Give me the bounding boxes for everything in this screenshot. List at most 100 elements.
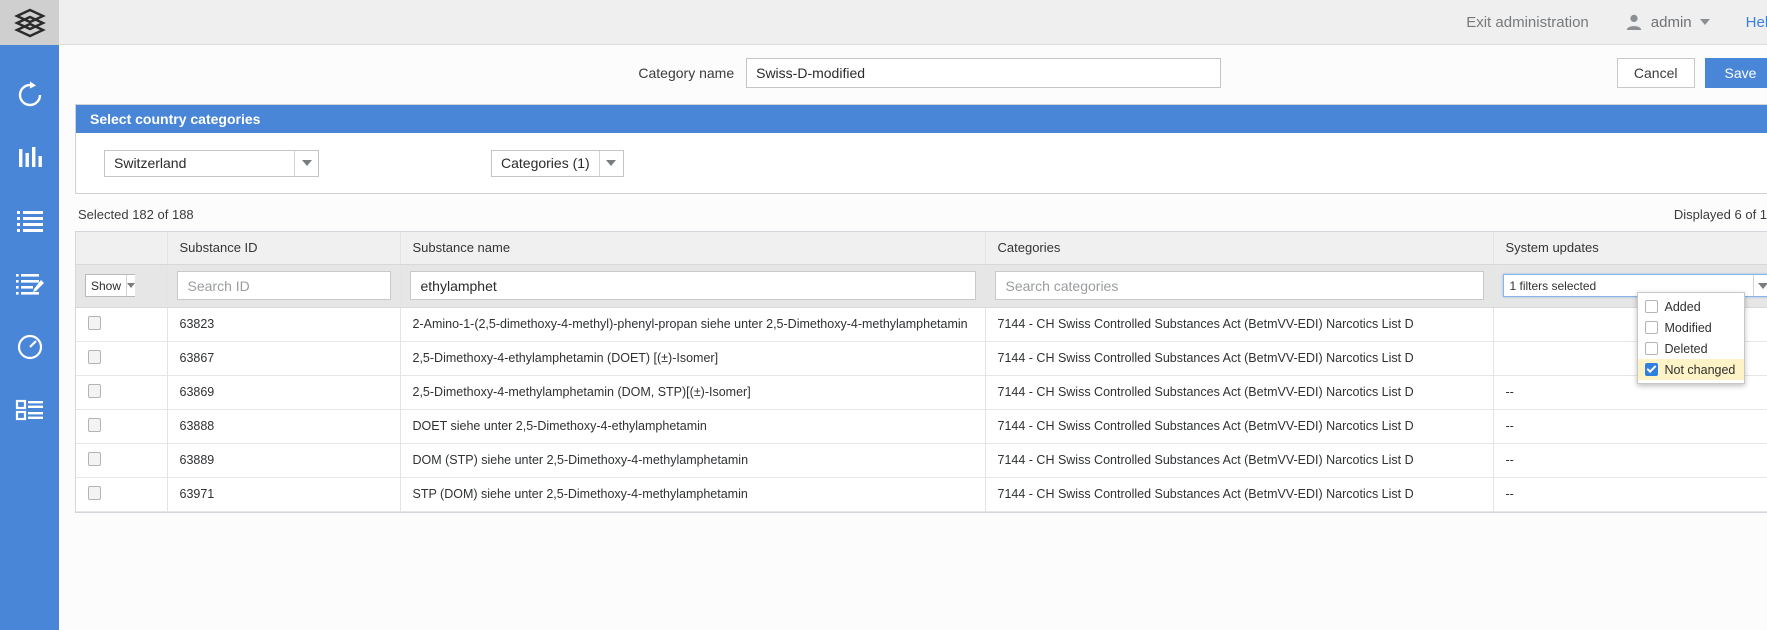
cell-substance-name: 2,5-Dimethoxy-4-ethylamphetamin (DOET) [… — [400, 341, 985, 375]
chevron-down-icon — [1753, 275, 1767, 296]
chevron-down-icon — [294, 151, 318, 176]
substances-table-wrapper: Substance ID Substance name Categories S… — [75, 231, 1767, 513]
cell-categories: 7144 - CH Swiss Controlled Substances Ac… — [985, 341, 1493, 375]
table-row[interactable]: 63889 DOM (STP) siehe unter 2,5-Dimethox… — [76, 443, 1767, 477]
person-icon — [1625, 13, 1643, 31]
row-checkbox[interactable] — [88, 418, 101, 432]
row-checkbox-cell — [76, 307, 167, 341]
dropdown-option-label: Deleted — [1665, 342, 1708, 356]
cell-substance-name: 2-Amino-1-(2,5-dimethoxy-4-methyl)-pheny… — [400, 307, 985, 341]
sidebar-item-refresh[interactable] — [0, 63, 59, 126]
cell-system-updates: -- — [1493, 409, 1767, 443]
dropdown-option-label: Not changed — [1665, 363, 1736, 377]
cell-substance-id: 63888 — [167, 409, 400, 443]
column-header-system-updates[interactable]: System updates — [1493, 232, 1767, 264]
cell-categories: 7144 - CH Swiss Controlled Substances Ac… — [985, 409, 1493, 443]
cancel-button[interactable]: Cancel — [1617, 58, 1695, 88]
cell-categories: 7144 - CH Swiss Controlled Substances Ac… — [985, 477, 1493, 511]
chevron-down-icon — [1700, 19, 1710, 25]
column-header-categories[interactable]: Categories — [985, 232, 1493, 264]
sidebar-item-statistics[interactable] — [0, 126, 59, 189]
table-filter-row: Show — [76, 264, 1767, 307]
list-icon — [15, 208, 45, 234]
table-row[interactable]: 63888 DOET siehe unter 2,5-Dimethoxy-4-e… — [76, 409, 1767, 443]
categories-select-value: Categories (1) — [492, 151, 599, 176]
counts-row: Selected 182 of 188 Displayed 6 of 188 — [59, 194, 1767, 231]
column-header-substance-id[interactable]: Substance ID — [167, 232, 400, 264]
checkbox-unchecked-icon[interactable] — [1645, 321, 1658, 334]
panel-body: Switzerland Categories (1) — [76, 133, 1767, 193]
table-body: Show — [76, 264, 1767, 511]
sidebar-item-history[interactable] — [0, 315, 59, 378]
app-root: Exit administration admin Help Category … — [0, 0, 1767, 630]
system-updates-dropdown-menu[interactable]: Added Modified Deleted Not changed — [1637, 292, 1745, 384]
filter-cell-categories — [985, 264, 1493, 307]
cell-substance-name: 2,5-Dimethoxy-4-methylamphetamin (DOM, S… — [400, 375, 985, 409]
table-row[interactable]: 63823 2-Amino-1-(2,5-dimethoxy-4-methyl)… — [76, 307, 1767, 341]
dropdown-option-not-changed[interactable]: Not changed — [1638, 359, 1744, 380]
category-name-input[interactable] — [746, 58, 1221, 88]
dropdown-option-added[interactable]: Added — [1638, 296, 1744, 317]
dropdown-option-modified[interactable]: Modified — [1638, 317, 1744, 338]
category-name-label: Category name — [638, 65, 734, 81]
checkbox-unchecked-icon[interactable] — [1645, 300, 1658, 313]
row-checkbox[interactable] — [88, 350, 101, 364]
sidebar — [0, 0, 59, 630]
dropdown-option-deleted[interactable]: Deleted — [1638, 338, 1744, 359]
refresh-icon — [15, 80, 45, 110]
checkbox-checked-icon[interactable] — [1645, 363, 1658, 376]
list-edit-icon — [15, 271, 45, 297]
save-button[interactable]: Save — [1705, 58, 1767, 88]
search-substance-name-input[interactable] — [410, 271, 976, 300]
search-id-input[interactable] — [177, 271, 391, 300]
categories-select[interactable]: Categories (1) — [491, 150, 624, 177]
row-checkbox[interactable] — [88, 452, 101, 466]
table-row[interactable]: 63869 2,5-Dimethoxy-4-methylamphetamin (… — [76, 375, 1767, 409]
table-header: Substance ID Substance name Categories S… — [76, 232, 1767, 264]
row-checkbox[interactable] — [88, 384, 101, 398]
cell-substance-name: STP (DOM) siehe unter 2,5-Dimethoxy-4-me… — [400, 477, 985, 511]
row-checkbox-cell — [76, 375, 167, 409]
sidebar-item-dashboard[interactable] — [0, 378, 59, 441]
form-actions: Cancel Save — [1617, 58, 1767, 88]
filter-cell-substance-id — [167, 264, 400, 307]
bar-chart-icon — [15, 144, 45, 172]
sidebar-item-lists[interactable] — [0, 189, 59, 252]
app-logo[interactable] — [0, 0, 59, 45]
category-name-row: Category name Cancel Save — [59, 45, 1767, 100]
show-select[interactable]: Show — [85, 274, 135, 297]
row-checkbox-cell — [76, 409, 167, 443]
cell-categories: 7144 - CH Swiss Controlled Substances Ac… — [985, 307, 1493, 341]
exit-administration-link[interactable]: Exit administration — [1466, 14, 1589, 31]
table-row[interactable]: 63867 2,5-Dimethoxy-4-ethylamphetamin (D… — [76, 341, 1767, 375]
sidebar-item-edit-lists[interactable] — [0, 252, 59, 315]
country-select[interactable]: Switzerland — [104, 150, 319, 177]
panel-title: Select country categories — [76, 105, 1767, 133]
row-checkbox[interactable] — [88, 316, 101, 330]
dropdown-option-label: Added — [1665, 300, 1701, 314]
category-name-group: Category name — [59, 58, 1767, 88]
cell-substance-id: 63823 — [167, 307, 400, 341]
clock-icon — [15, 332, 45, 362]
search-categories-input[interactable] — [995, 271, 1484, 300]
user-name-label: admin — [1651, 14, 1692, 31]
country-categories-panel: Select country categories Switzerland Ca… — [75, 104, 1767, 194]
user-menu[interactable]: admin — [1625, 13, 1710, 31]
help-link[interactable]: Help — [1746, 14, 1767, 31]
column-header-checkbox — [76, 232, 167, 264]
row-checkbox-cell — [76, 477, 167, 511]
selected-count-label: Selected 182 of 188 — [78, 207, 194, 222]
country-select-value: Switzerland — [105, 151, 294, 176]
row-checkbox[interactable] — [88, 486, 101, 500]
checkbox-unchecked-icon[interactable] — [1645, 342, 1658, 355]
table-row[interactable]: 63971 STP (DOM) siehe unter 2,5-Dimethox… — [76, 477, 1767, 511]
filter-cell-show: Show — [76, 264, 167, 307]
cell-system-updates: -- — [1493, 477, 1767, 511]
show-select-value: Show — [86, 275, 126, 296]
main-content: Exit administration admin Help Category … — [59, 0, 1767, 630]
dashboard-icon — [15, 398, 45, 422]
substances-table: Substance ID Substance name Categories S… — [76, 232, 1767, 512]
dropdown-option-label: Modified — [1665, 321, 1712, 335]
cell-substance-id: 63889 — [167, 443, 400, 477]
column-header-substance-name[interactable]: Substance name — [400, 232, 985, 264]
